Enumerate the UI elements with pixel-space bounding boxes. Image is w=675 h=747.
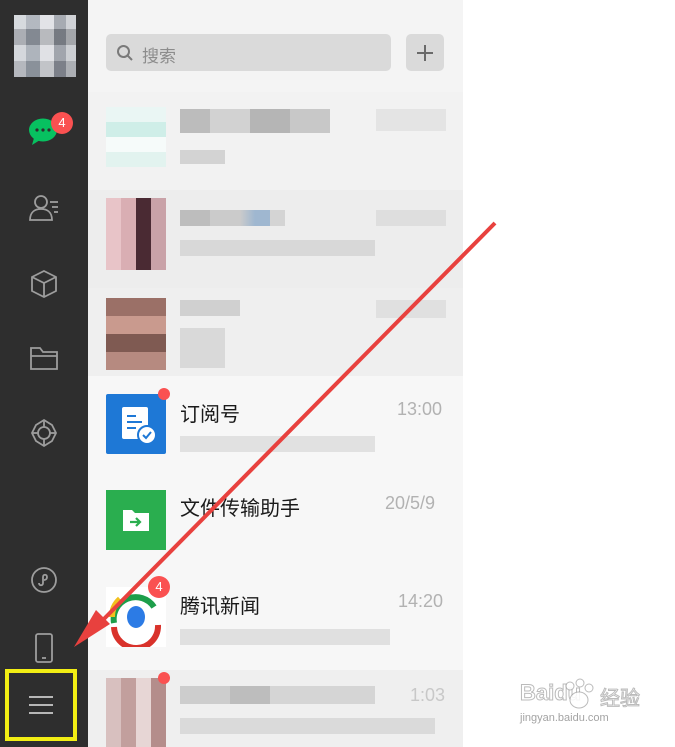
menu-button[interactable]	[5, 669, 77, 741]
chat-name: 订阅号	[180, 402, 240, 426]
paw-icon	[565, 678, 594, 709]
hamburger-menu-icon	[29, 696, 53, 714]
sidebar: 4	[0, 0, 88, 747]
chat-list-panel: 搜索 订阅号 13:00 文件传输助手 20/5/9 4 腾讯新闻 14:20 …	[88, 0, 463, 747]
search-placeholder: 搜索	[142, 47, 176, 67]
chat-time-blurred	[376, 300, 446, 318]
chat-item-tencent-news[interactable]: 4 腾讯新闻 14:20	[88, 572, 463, 670]
chat-name-blurred	[180, 210, 285, 226]
chat-preview-blurred	[180, 718, 435, 734]
chat-item-file-transfer[interactable]: 文件传输助手 20/5/9	[88, 474, 463, 572]
cube-icon	[31, 269, 57, 299]
phone-icon	[35, 633, 53, 663]
chat-item[interactable]: 1:03	[88, 670, 463, 747]
search-input[interactable]: 搜索	[106, 34, 391, 71]
chat-preview-blurred	[180, 629, 390, 645]
chat-item-subscriptions[interactable]: 订阅号 13:00	[88, 376, 463, 474]
mini-programs-nav-button[interactable]	[22, 558, 66, 602]
mini-program-icon	[31, 567, 57, 593]
user-avatar[interactable]	[14, 15, 76, 77]
chat-time-blurred	[376, 109, 446, 131]
chat-preview-blurred	[180, 328, 225, 368]
chat-name-blurred	[180, 300, 240, 316]
chat-unread-badge: 4	[51, 112, 73, 134]
subscription-icon	[122, 407, 157, 445]
chat-time-blurred	[376, 210, 446, 226]
chat-unread-badge: 4	[148, 576, 170, 598]
search-bar-area: 搜索	[88, 0, 463, 92]
watermark-url: jingyan.baidu.com	[520, 712, 609, 724]
watermark-brand-cn: 经验	[600, 686, 641, 711]
chat-time: 20/5/9	[385, 493, 436, 513]
plus-icon	[417, 44, 433, 61]
chat-nav-button[interactable]: 4	[22, 110, 73, 154]
chat-time: 13:00	[397, 399, 443, 419]
aperture-icon	[30, 418, 58, 448]
file-transfer-icon	[123, 510, 149, 531]
baidu-jingyan-watermark: Baidu 经验 jingyan.baidu.com	[519, 672, 670, 742]
chat-preview-blurred	[180, 240, 375, 256]
chat-name-blurred	[180, 686, 375, 704]
chat-name: 腾讯新闻	[180, 594, 260, 618]
phone-nav-button[interactable]	[22, 626, 66, 670]
unread-dot	[158, 672, 170, 684]
moments-nav-button[interactable]	[22, 411, 66, 455]
chat-item[interactable]	[88, 190, 463, 288]
chat-preview-blurred	[180, 150, 225, 164]
files-nav-button[interactable]	[22, 336, 66, 380]
contacts-icon	[29, 195, 58, 221]
chat-avatar	[106, 198, 166, 270]
chat-item[interactable]	[88, 92, 463, 190]
chat-preview-blurred	[180, 436, 375, 452]
folder-icon	[30, 347, 58, 370]
start-group-chat-button[interactable]	[406, 34, 444, 71]
collections-nav-button[interactable]	[22, 262, 66, 306]
contacts-nav-button[interactable]	[22, 186, 66, 230]
search-icon	[117, 45, 133, 61]
chat-name: 文件传输助手	[180, 496, 300, 520]
chat-time: 1:03	[410, 685, 446, 705]
chat-avatar	[106, 678, 166, 747]
unread-dot	[158, 388, 170, 400]
chat-avatar	[106, 490, 166, 550]
chat-avatar	[106, 298, 166, 370]
chat-name-blurred	[180, 109, 330, 133]
chat-time: 14:20	[398, 591, 444, 611]
chat-avatar	[106, 394, 166, 454]
chat-avatar	[106, 107, 166, 167]
chat-item[interactable]	[88, 288, 463, 386]
